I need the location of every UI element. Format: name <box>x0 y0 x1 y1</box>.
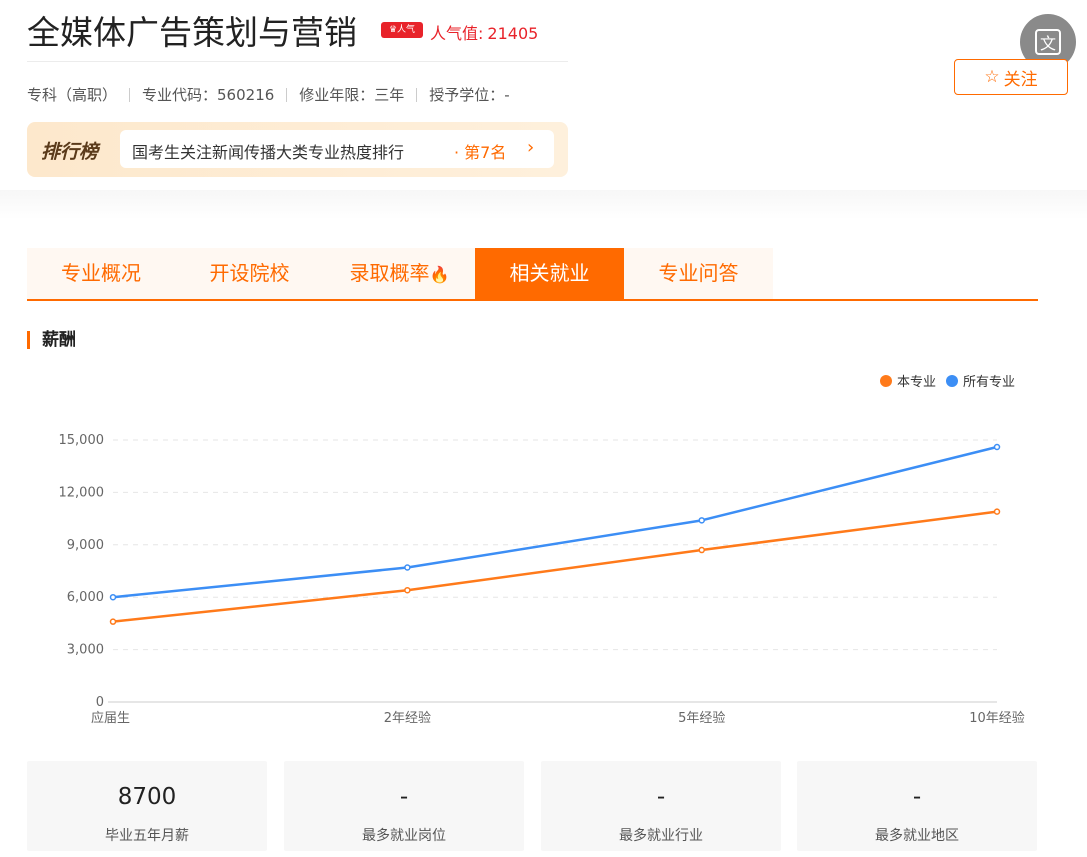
fire-icon: 🔥 <box>429 265 450 284</box>
page-title: 全媒体广告策划与营销 <box>27 13 357 52</box>
legend-dot-major <box>880 374 892 387</box>
y-tick-label: 0 <box>96 695 104 710</box>
section-title-salary: 薪酬 <box>27 331 76 349</box>
y-tick-label: 6,000 <box>67 590 104 605</box>
stat-card-salary: 8700 毕业五年月薪 <box>27 761 267 851</box>
legend-label-major: 本专业 <box>897 375 937 390</box>
tab-admission[interactable]: 录取概率🔥 <box>324 248 475 299</box>
x-tick-label: 10年经验 <box>969 710 1025 726</box>
legend-item-major[interactable]: 本专业 <box>880 371 936 390</box>
stat-label: 毕业五年月薪 <box>105 828 189 844</box>
legend-item-all[interactable]: 所有专业 <box>946 371 1015 390</box>
data-point-major <box>993 508 1001 515</box>
header-shadow <box>0 190 1087 220</box>
stat-card-industry: - 最多就业行业 <box>541 761 781 851</box>
stat-label: 最多就业地区 <box>875 828 959 844</box>
tab-qa[interactable]: 专业问答 <box>624 248 773 299</box>
y-tick-label: 15,000 <box>59 433 105 448</box>
hot-badge: ♛人气 <box>381 22 423 38</box>
major-meta: 专科（高职） 专业代码：560216 修业年限：三年 授予学位：- <box>27 84 510 105</box>
follow-label: 关注 <box>1003 69 1038 90</box>
stat-value: 8700 <box>117 784 177 810</box>
legend-dot-all <box>946 374 959 387</box>
data-point-all <box>993 443 1001 451</box>
meta-separator <box>286 87 288 102</box>
x-tick-label: 2年经验 <box>384 710 431 726</box>
stat-value: - <box>912 784 922 810</box>
tab-employment[interactable]: 相关就业 <box>475 248 624 299</box>
meta-level: 专科（高职） <box>27 86 118 104</box>
ranking-text: 国考生关注新闻传播大类专业热度排行 <box>132 143 405 162</box>
data-point-major <box>698 546 705 554</box>
follow-button[interactable]: ☆ 关注 <box>954 59 1068 95</box>
crown-icon: ♛ <box>388 25 398 35</box>
title-divider <box>27 61 568 62</box>
stat-value: - <box>656 784 666 810</box>
stat-card-position: - 最多就业岗位 <box>284 761 524 851</box>
y-tick-label: 9,000 <box>67 538 104 553</box>
meta-separator <box>416 87 418 102</box>
x-tick-label: 5年经验 <box>678 710 725 726</box>
popularity-value: 21405 <box>487 24 539 43</box>
stats-cards: 8700 毕业五年月薪 - 最多就业岗位 - 最多就业行业 - 最多就业地区 <box>27 761 1037 851</box>
ranking-title: 排行榜 <box>41 141 99 163</box>
tab-schools[interactable]: 开设院校 <box>175 248 324 299</box>
data-point-all <box>698 517 705 524</box>
tab-overview[interactable]: 专业概况 <box>27 248 175 299</box>
y-tick-label: 3,000 <box>67 643 104 658</box>
salary-chart: 0 3,000 6,000 9,000 12,000 15,000 应届生 2年经验 5年经验 1… <box>59 433 1025 726</box>
stat-label: 最多就业行业 <box>619 828 703 844</box>
x-tick-label: 应届生 <box>91 710 130 726</box>
stat-card-region: - 最多就业地区 <box>797 761 1037 851</box>
meta-separator <box>129 87 131 102</box>
popularity-label: 人气值: <box>430 24 484 43</box>
data-point-major <box>109 618 117 625</box>
star-icon: ☆ <box>984 67 1000 87</box>
chart-legend: 本专业 所有专业 <box>880 371 1025 390</box>
ranking-bar: 排行榜 国考生关注新闻传播大类专业热度排行 · 第7名 › <box>27 122 568 177</box>
tab-bar: 专业概况 开设院校 录取概率🔥 相关就业 专业问答 <box>27 248 1038 301</box>
data-point-all <box>404 564 411 571</box>
series-line-all <box>112 445 998 599</box>
translate-icon: 文 <box>1035 29 1061 55</box>
chevron-right-icon: › <box>527 137 535 158</box>
ranking-link[interactable]: 国考生关注新闻传播大类专业热度排行 · 第7名 › <box>120 130 554 168</box>
stat-label: 最多就业岗位 <box>362 828 446 844</box>
stat-value: - <box>399 784 409 810</box>
ranking-position: · 第7名 <box>454 143 507 162</box>
meta-duration: 修业年限：三年 <box>299 86 405 104</box>
data-point-all <box>109 593 117 601</box>
series-line-major <box>112 510 998 623</box>
popularity: 人气值: 21405 <box>430 20 538 44</box>
y-tick-label: 12,000 <box>59 485 105 500</box>
meta-code: 专业代码：560216 <box>142 86 275 104</box>
legend-label-all: 所有专业 <box>963 375 1016 390</box>
meta-degree: 授予学位：- <box>429 86 510 104</box>
data-point-major <box>404 586 411 594</box>
